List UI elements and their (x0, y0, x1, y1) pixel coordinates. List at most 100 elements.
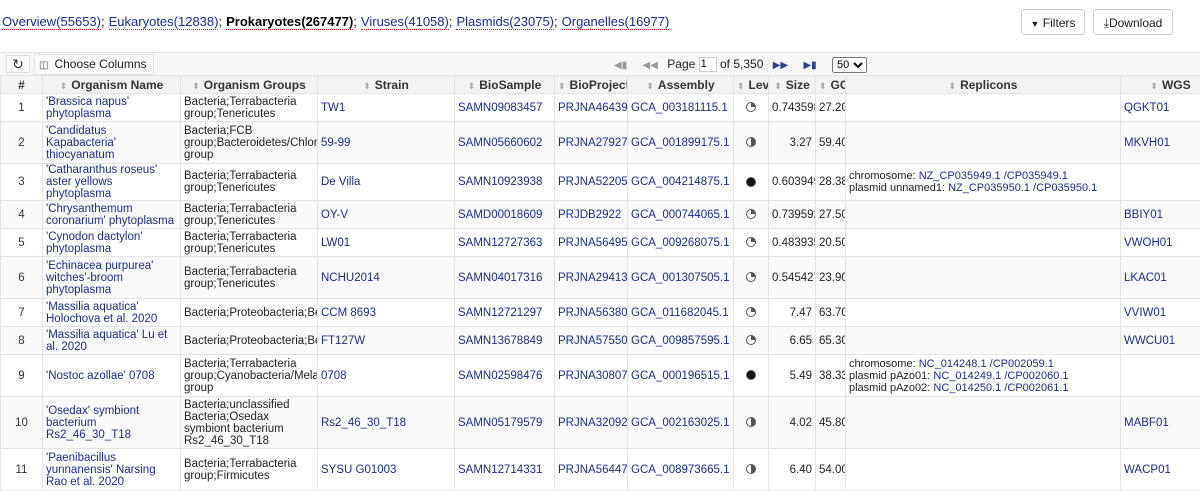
filters-button[interactable]: ▼ Filters (1021, 9, 1085, 35)
table-row[interactable]: 8'Massilia aquatica' Lu et al. 2020Bacte… (1, 327, 1200, 355)
page-number-input[interactable] (699, 57, 717, 72)
table-row[interactable]: 4'Chrysanthemum coronarium' phytoplasmaB… (1, 201, 1200, 229)
strain-link[interactable]: LW01 (318, 229, 455, 257)
strain-link[interactable]: 0708 (318, 355, 455, 397)
table-row[interactable]: 3'Catharanthus roseus' aster yellows phy… (1, 164, 1200, 201)
table-row[interactable]: 6'Echinacea purpurea' witches'-broom phy… (1, 257, 1200, 299)
tab-organelles[interactable]: Organelles(16977) (562, 14, 670, 30)
table-row[interactable]: 5'Cynodon dactylon' phytoplasmaBacteria;… (1, 229, 1200, 257)
organism-name-link[interactable]: 'Osedax' symbiont bacterium Rs2_46_30_T1… (43, 397, 181, 449)
biosample-link[interactable]: SAMN05179579 (455, 397, 555, 449)
column-header[interactable]: ⬍Assembly (628, 76, 734, 94)
column-header[interactable]: ⬍BioSample (455, 76, 555, 94)
organism-name-link[interactable]: 'Nostoc azollae' 0708 (43, 355, 181, 397)
wgs-link[interactable]: WACP01 (1121, 449, 1200, 491)
column-header[interactable]: ⬍GC% (816, 76, 846, 94)
assembly-link[interactable]: GCA_008973665.1 (628, 449, 734, 491)
bioproject-link[interactable]: PRJNA564951 (555, 229, 628, 257)
assembly-link[interactable]: GCA_004214875.1 (628, 164, 734, 201)
replicon-link[interactable]: NC_014250.1 /CP002061.1 (933, 382, 1068, 394)
bioproject-link[interactable]: PRJNA320927 (555, 397, 628, 449)
wgs-link[interactable] (1121, 164, 1200, 201)
strain-link[interactable]: De Villa (318, 164, 455, 201)
assembly-link[interactable]: GCA_001899175.1 (628, 122, 734, 164)
strain-link[interactable]: FT127W (318, 327, 455, 355)
assembly-link[interactable]: GCA_000196515.1 (628, 355, 734, 397)
table-row[interactable]: 10'Osedax' symbiont bacterium Rs2_46_30_… (1, 397, 1200, 449)
bioproject-link[interactable]: PRJNA464391 (555, 94, 628, 122)
column-header[interactable]: ⬍Strain (318, 76, 455, 94)
table-row[interactable]: 1'Brassica napus' phytoplasmaBacteria;Te… (1, 94, 1200, 122)
wgs-link[interactable]: VWOH01 (1121, 229, 1200, 257)
bioproject-link[interactable]: PRJDB2922 (555, 201, 628, 229)
strain-link[interactable]: 59-99 (318, 122, 455, 164)
last-page-icon[interactable]: ▶▮ (803, 60, 816, 71)
wgs-link[interactable]: QGKT01 (1121, 94, 1200, 122)
table-row[interactable]: 9'Nostoc azollae' 0708Bacteria;Terrabact… (1, 355, 1200, 397)
download-button[interactable]: ⤓Download (1093, 9, 1173, 35)
biosample-link[interactable]: SAMN13678849 (455, 327, 555, 355)
first-page-icon[interactable]: ◀▮ (614, 60, 627, 71)
column-header[interactable]: ⬍Size (769, 76, 816, 94)
column-header[interactable]: ⬍Level (734, 76, 769, 94)
biosample-link[interactable]: SAMN02598476 (455, 355, 555, 397)
column-header[interactable]: ⬍WGS (1121, 76, 1200, 94)
wgs-link[interactable]: WWCU01 (1121, 327, 1200, 355)
biosample-link[interactable]: SAMN12721297 (455, 299, 555, 327)
strain-link[interactable]: CCM 8693 (318, 299, 455, 327)
assembly-link[interactable]: GCA_009857595.1 (628, 327, 734, 355)
organism-name-link[interactable]: 'Catharanthus roseus' aster yellows phyt… (43, 164, 181, 201)
prev-page-icon[interactable]: ◀◀ (643, 60, 658, 71)
bioproject-link[interactable]: PRJNA294131 (555, 257, 628, 299)
column-header[interactable]: ⬍Organism Groups (181, 76, 318, 94)
strain-link[interactable]: Rs2_46_30_T18 (318, 397, 455, 449)
strain-link[interactable]: TW1 (318, 94, 455, 122)
table-row[interactable]: 2'Candidatus Kapabacteria' thiocyanatumB… (1, 122, 1200, 164)
strain-link[interactable]: NCHU2014 (318, 257, 455, 299)
replicon-link[interactable]: NC_014248.1 /CP002059.1 (919, 358, 1054, 370)
biosample-link[interactable]: SAMN12714331 (455, 449, 555, 491)
bioproject-link[interactable]: PRJNA563808 (555, 299, 628, 327)
organism-name-link[interactable]: 'Paenibacillus yunnanensis' Narsing Rao … (43, 449, 181, 491)
bioproject-link[interactable]: PRJNA522055 (555, 164, 628, 201)
column-header[interactable]: ⬍BioProject (555, 76, 628, 94)
bioproject-link[interactable]: PRJNA564470 (555, 449, 628, 491)
column-header[interactable]: ⬍Replicons (846, 76, 1121, 94)
bioproject-link[interactable]: PRJNA279279 (555, 122, 628, 164)
assembly-link[interactable]: GCA_000744065.1 (628, 201, 734, 229)
organism-name-link[interactable]: 'Chrysanthemum coronarium' phytoplasma (43, 201, 181, 229)
table-row[interactable]: 11'Paenibacillus yunnanensis' Narsing Ra… (1, 449, 1200, 491)
wgs-link[interactable]: VVIW01 (1121, 299, 1200, 327)
biosample-link[interactable]: SAMN12727363 (455, 229, 555, 257)
organism-name-link[interactable]: 'Brassica napus' phytoplasma (43, 94, 181, 122)
assembly-link[interactable]: GCA_001307505.1 (628, 257, 734, 299)
wgs-link[interactable]: BBIY01 (1121, 201, 1200, 229)
strain-link[interactable]: OY-V (318, 201, 455, 229)
biosample-link[interactable]: SAMN05660602 (455, 122, 555, 164)
biosample-link[interactable]: SAMN04017316 (455, 257, 555, 299)
biosample-link[interactable]: SAMN10923938 (455, 164, 555, 201)
refresh-button[interactable]: ↻ (6, 55, 30, 73)
tab-overview[interactable]: Overview(55653) (2, 14, 101, 30)
wgs-link[interactable]: LKAC01 (1121, 257, 1200, 299)
next-page-icon[interactable]: ▶▶ (773, 60, 788, 71)
strain-link[interactable]: SYSU G01003 (318, 449, 455, 491)
column-header[interactable]: ⬍Organism Name (43, 76, 181, 94)
column-header[interactable]: # (1, 76, 43, 94)
replicon-link[interactable]: NZ_CP035950.1 /CP035950.1 (948, 182, 1097, 194)
replicon-link[interactable]: NZ_CP035949.1 /CP035949.1 (919, 170, 1068, 182)
tab-prokaryotes[interactable]: Prokaryotes(267477) (226, 14, 353, 30)
wgs-link[interactable]: MABF01 (1121, 397, 1200, 449)
organism-name-link[interactable]: 'Cynodon dactylon' phytoplasma (43, 229, 181, 257)
wgs-link[interactable]: MKVH01 (1121, 122, 1200, 164)
biosample-link[interactable]: SAMN09083457 (455, 94, 555, 122)
tab-eukaryotes[interactable]: Eukaryotes(12838) (109, 14, 219, 30)
page-size-select[interactable]: 50 (832, 57, 867, 73)
replicon-link[interactable]: NC_014249.1 /CP002060.1 (933, 370, 1068, 382)
wgs-link[interactable] (1121, 355, 1200, 397)
bioproject-link[interactable]: PRJNA575502 (555, 327, 628, 355)
organism-name-link[interactable]: 'Massilia aquatica' Holochova et al. 202… (43, 299, 181, 327)
tab-plasmids[interactable]: Plasmids(23075) (456, 14, 554, 30)
bioproject-link[interactable]: PRJNA30807 (555, 355, 628, 397)
assembly-link[interactable]: GCA_002163025.1 (628, 397, 734, 449)
